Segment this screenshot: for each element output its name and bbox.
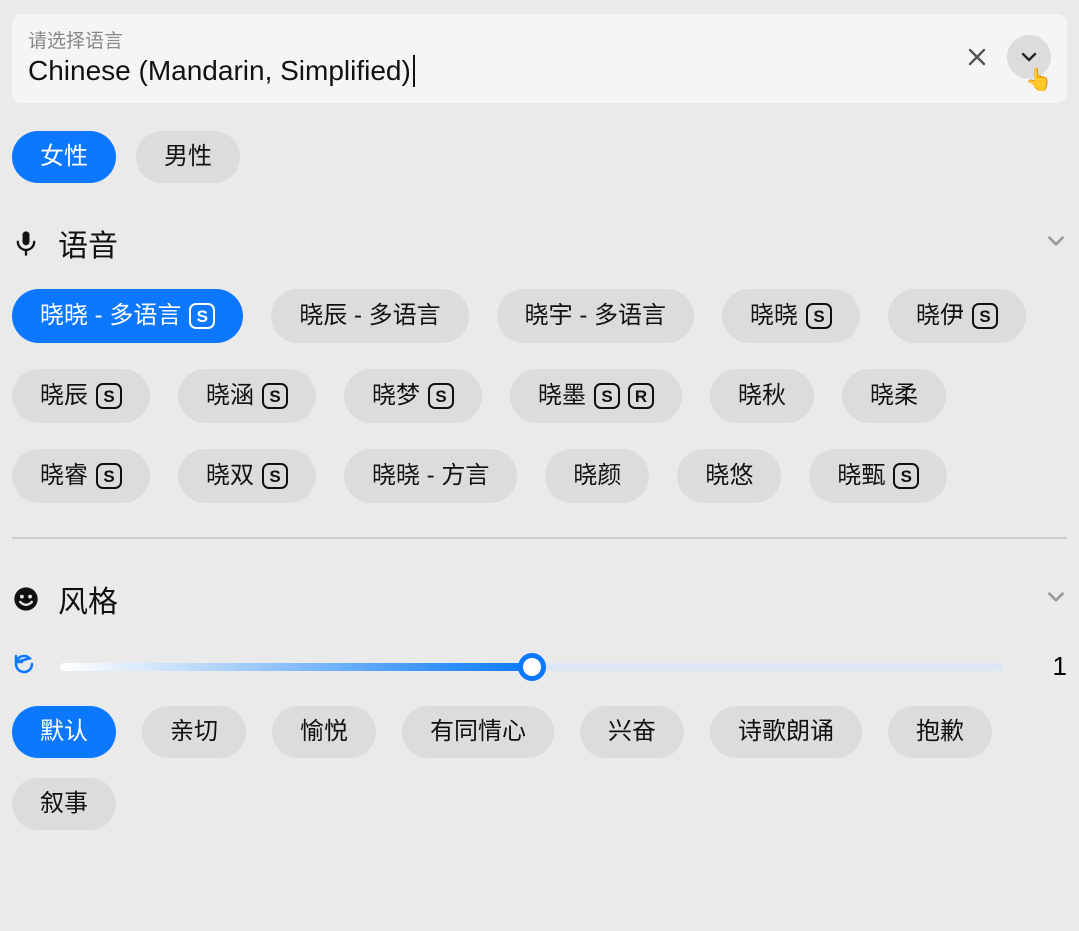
style-pill[interactable]: 抱歉 xyxy=(888,706,992,758)
voice-label: 晓颜 xyxy=(573,464,621,488)
voice-pill[interactable]: 晓晓 S xyxy=(722,289,860,343)
voice-label: 晓辰 xyxy=(40,384,88,408)
gender-pill[interactable]: 女性 xyxy=(12,131,116,183)
style-label: 默认 xyxy=(40,720,88,744)
style-section-header: 风格 xyxy=(12,577,1067,621)
style-slider-row: 1 xyxy=(12,651,1067,682)
reset-slider-button[interactable] xyxy=(12,652,36,681)
voice-pill[interactable]: 晓双 S xyxy=(178,449,316,503)
voice-label: 晓柔 xyxy=(870,384,918,408)
style-section-collapse[interactable] xyxy=(1045,582,1067,616)
voice-pill[interactable]: 晓辰 S xyxy=(12,369,150,423)
voice-section-header: 语音 xyxy=(12,221,1067,265)
voice-pill[interactable]: 晓柔 xyxy=(842,369,946,423)
voice-label: 晓墨 xyxy=(538,384,586,408)
style-label: 诗歌朗诵 xyxy=(738,720,834,744)
voice-label: 晓甄 xyxy=(837,464,885,488)
voice-label: 晓秋 xyxy=(738,384,786,408)
style-pill[interactable]: 默认 xyxy=(12,706,116,758)
style-label: 叙事 xyxy=(40,792,88,816)
style-row: 默认 亲切 愉悦 有同情心 兴奋 诗歌朗诵 抱歉叙事 xyxy=(12,706,1067,830)
style-label: 兴奋 xyxy=(608,720,656,744)
badge-s: S xyxy=(189,303,215,329)
slider-fill xyxy=(60,663,532,671)
smile-icon xyxy=(12,585,40,613)
badge-s: S xyxy=(262,463,288,489)
badge-s: S xyxy=(893,463,919,489)
close-icon xyxy=(967,47,987,67)
style-pill[interactable]: 愉悦 xyxy=(272,706,376,758)
voice-label: 晓涵 xyxy=(206,384,254,408)
slider-thumb[interactable] xyxy=(518,653,546,681)
voice-label: 晓辰 - 多语言 xyxy=(299,304,440,328)
voice-label: 晓宇 - 多语言 xyxy=(525,304,666,328)
badge-s: S xyxy=(972,303,998,329)
chevron-down-icon xyxy=(1045,230,1067,252)
badge-s: S xyxy=(96,463,122,489)
voice-label: 晓晓 - 方言 xyxy=(372,464,489,488)
voice-section-collapse[interactable] xyxy=(1045,226,1067,260)
voice-pill[interactable]: 晓甄 S xyxy=(809,449,947,503)
style-pill[interactable]: 亲切 xyxy=(142,706,246,758)
voice-pill[interactable]: 晓秋 xyxy=(710,369,814,423)
badge-s: S xyxy=(262,383,288,409)
style-pill[interactable]: 叙事 xyxy=(12,778,116,830)
chevron-down-icon xyxy=(1019,47,1039,67)
gender-label: 男性 xyxy=(164,145,212,169)
voice-pill[interactable]: 晓颜 xyxy=(545,449,649,503)
badge-s: S xyxy=(428,383,454,409)
voice-label: 晓伊 xyxy=(916,304,964,328)
style-pill[interactable]: 诗歌朗诵 xyxy=(710,706,862,758)
style-section-title: 风格 xyxy=(58,577,1027,621)
chevron-down-icon xyxy=(1045,586,1067,608)
language-value: Chinese (Mandarin, Simplified) xyxy=(28,55,415,87)
style-slider-value: 1 xyxy=(1027,651,1067,682)
style-pill[interactable]: 兴奋 xyxy=(580,706,684,758)
voice-label: 晓睿 xyxy=(40,464,88,488)
microphone-icon xyxy=(12,229,40,257)
section-divider xyxy=(12,537,1067,539)
voice-pill[interactable]: 晓晓 - 方言 xyxy=(344,449,517,503)
voice-label: 晓晓 xyxy=(750,304,798,328)
voice-pill[interactable]: 晓睿 S xyxy=(12,449,150,503)
voice-pill[interactable]: 晓梦 S xyxy=(344,369,482,423)
badge-r: R xyxy=(628,383,654,409)
gender-label: 女性 xyxy=(40,145,88,169)
voice-section-title: 语音 xyxy=(58,221,1027,265)
gender-pill[interactable]: 男性 xyxy=(136,131,240,183)
style-label: 亲切 xyxy=(170,720,218,744)
style-pill[interactable]: 有同情心 xyxy=(402,706,554,758)
voice-row: 晓晓 - 多语言 S 晓辰 - 多语言 晓宇 - 多语言 晓晓 S 晓伊 S 晓辰 S 晓涵 S 晓梦 S… xyxy=(12,289,1067,503)
voice-pill[interactable]: 晓辰 - 多语言 xyxy=(271,289,468,343)
voice-pill[interactable]: 晓涵 S xyxy=(178,369,316,423)
voice-pill[interactable]: 晓墨 SR xyxy=(510,369,682,423)
voice-label: 晓双 xyxy=(206,464,254,488)
badge-s: S xyxy=(96,383,122,409)
dropdown-button[interactable]: 👆 xyxy=(1007,35,1051,79)
language-placeholder: 请选择语言 xyxy=(28,26,947,53)
style-label: 抱歉 xyxy=(916,720,964,744)
voice-pill[interactable]: 晓宇 - 多语言 xyxy=(497,289,694,343)
badge-s: S xyxy=(806,303,832,329)
voice-pill[interactable]: 晓悠 xyxy=(677,449,781,503)
style-label: 愉悦 xyxy=(300,720,348,744)
voice-label: 晓梦 xyxy=(372,384,420,408)
clear-button[interactable] xyxy=(955,35,999,79)
style-slider[interactable] xyxy=(60,663,1003,671)
voice-pill[interactable]: 晓晓 - 多语言 S xyxy=(12,289,243,343)
cursor-icon: 👆 xyxy=(1025,67,1052,93)
badge-s: S xyxy=(594,383,620,409)
voice-label: 晓晓 - 多语言 xyxy=(40,304,181,328)
voice-label: 晓悠 xyxy=(705,464,753,488)
voice-pill[interactable]: 晓伊 S xyxy=(888,289,1026,343)
style-label: 有同情心 xyxy=(430,720,526,744)
language-select[interactable]: 请选择语言 Chinese (Mandarin, Simplified) 👆 xyxy=(12,14,1067,103)
reset-icon xyxy=(12,652,36,676)
gender-row: 女性 男性 xyxy=(12,131,1067,183)
